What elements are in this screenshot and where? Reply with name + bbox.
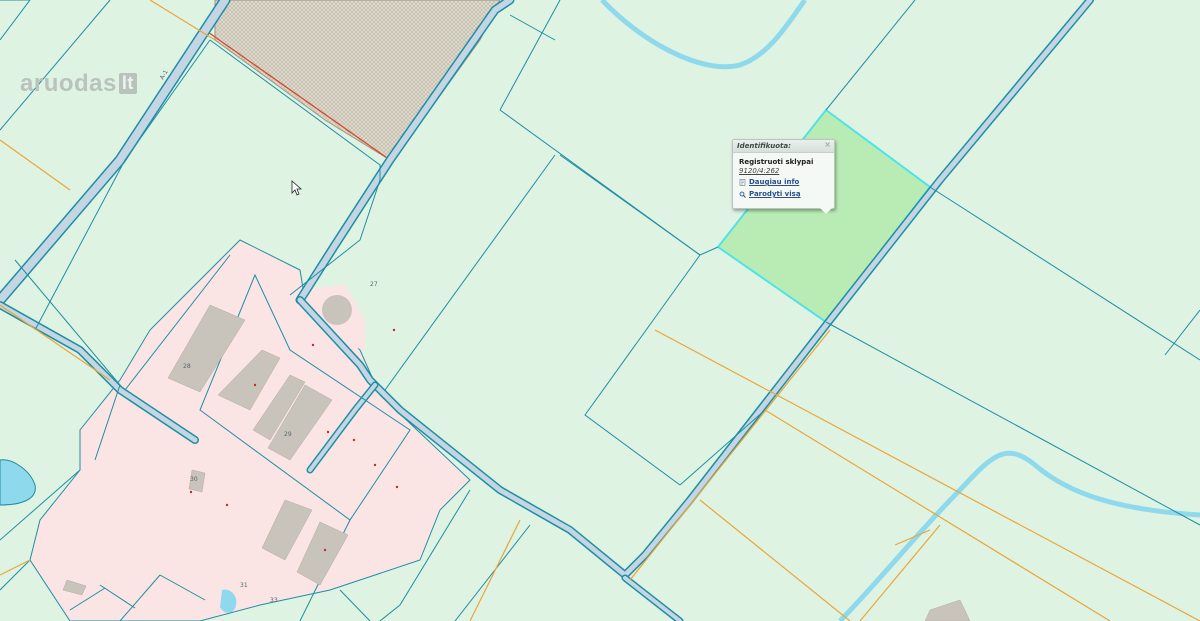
popup-header: Identifikuota: ×: [733, 140, 834, 153]
round-tank: [322, 295, 352, 325]
identification-popup: Identifikuota: × Registruoti sklypai 912…: [732, 139, 835, 214]
lot-number: 28: [183, 363, 191, 370]
popup-subtitle: Registruoti sklypai: [739, 158, 814, 166]
lot-number: 30: [190, 476, 198, 483]
watermark-tld: lt: [118, 73, 137, 94]
show-all-label: Parodyti visą: [749, 190, 801, 198]
popup-pointer: [820, 208, 832, 214]
lot-number: 27: [370, 281, 378, 288]
map-view[interactable]: A-1 27 28 29 30 31 33 aruodas lt Identifi…: [0, 0, 1200, 621]
lot-number: 29: [284, 431, 292, 438]
close-icon[interactable]: ×: [824, 140, 831, 150]
more-info-link[interactable]: Daugiau info: [739, 177, 834, 188]
show-all-link[interactable]: Parodyti visą: [739, 189, 834, 200]
popup-title: Identifikuota:: [737, 142, 791, 150]
cadastral-map[interactable]: A-1 27 28 29 30 31 33: [0, 0, 1200, 621]
parcel-id-link[interactable]: 9120/4:262: [739, 167, 834, 176]
magnifier-icon: [739, 191, 746, 198]
popup-body: Registruoti sklypai 9120/4:262 Daugiau i…: [733, 153, 834, 200]
more-info-label: Daugiau info: [749, 178, 800, 186]
lot-number: 33: [270, 597, 278, 604]
lot-number: 31: [240, 582, 248, 589]
watermark-brand: aruodas: [20, 70, 117, 97]
document-icon: [739, 179, 746, 186]
aruodas-watermark: aruodas lt: [20, 70, 137, 98]
